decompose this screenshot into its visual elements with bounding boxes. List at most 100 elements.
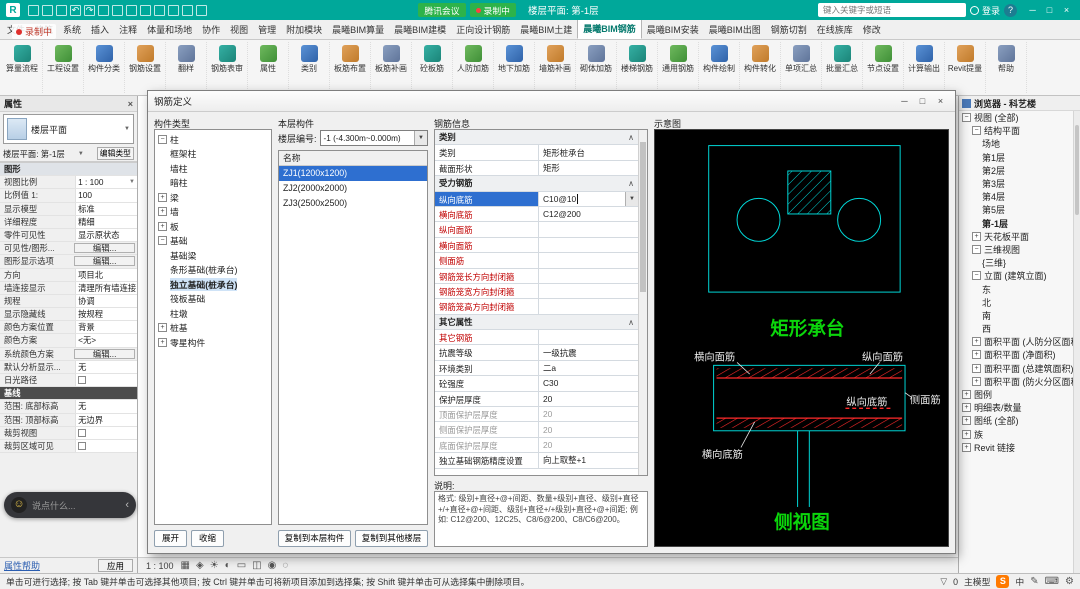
expand-icon[interactable]: +	[158, 222, 167, 231]
property-value[interactable]: 背景	[75, 321, 137, 333]
undo-icon[interactable]: ↶	[70, 5, 81, 16]
collapse-icon[interactable]: −	[158, 135, 167, 144]
save-icon[interactable]	[42, 5, 53, 16]
expand-icon[interactable]: +	[972, 350, 981, 359]
sogou-ime-icon[interactable]	[996, 575, 1009, 588]
ribbon-tab-14[interactable]: 晨曦BIM钢筋	[577, 20, 642, 39]
property-value[interactable]: 编辑...	[74, 243, 135, 253]
ribbon-button-18[interactable]: 构件转化	[740, 42, 781, 93]
info-label[interactable]: 截面形状	[435, 161, 539, 175]
property-value[interactable]: 1 : 100	[75, 176, 137, 188]
expand-icon[interactable]: +	[962, 403, 971, 412]
collapse-icon[interactable]: −	[972, 126, 981, 135]
tree-item-3[interactable]: 暗柱	[155, 176, 271, 191]
collapse-icon[interactable]: −	[972, 245, 981, 254]
tree-item-1[interactable]: 框架柱	[155, 147, 271, 162]
ribbon-tab-9[interactable]: 附加模块	[281, 20, 327, 39]
ribbon-tab-17[interactable]: 钢筋切割	[766, 20, 812, 39]
expand-icon[interactable]: +	[972, 377, 981, 386]
browser-item-6[interactable]: 第4层	[959, 190, 1073, 203]
ribbon-button-24[interactable]: 帮助	[986, 42, 1027, 93]
expand-icon[interactable]: +	[972, 337, 981, 346]
info-section-3[interactable]: 受力钢筋	[435, 176, 638, 191]
tree-item-4[interactable]: +梁	[155, 190, 271, 205]
tree-item-10[interactable]: 独立基础(桩承台)	[155, 277, 271, 292]
list-item-0[interactable]: ZJ1(1200x1200)	[279, 166, 427, 181]
ribbon-button-9[interactable]: 板筋补画	[371, 42, 412, 93]
browser-item-25[interactable]: +Revit 链接	[959, 441, 1073, 454]
property-value[interactable]: 100	[75, 189, 137, 201]
help-icon[interactable]: ?	[1004, 4, 1017, 17]
property-value[interactable]	[75, 427, 137, 439]
info-value[interactable]	[539, 299, 638, 313]
browser-item-17[interactable]: +面积平面 (人防分区面积)	[959, 335, 1073, 348]
browser-item-8[interactable]: 第-1层	[959, 217, 1073, 230]
close-icon[interactable]: ×	[1059, 3, 1074, 17]
ribbon-tab-6[interactable]: 协作	[197, 20, 225, 39]
apply-button[interactable]: 应用	[98, 559, 133, 572]
browser-item-2[interactable]: 场地	[959, 137, 1073, 150]
open-icon[interactable]	[28, 5, 39, 16]
info-label[interactable]: 抗震等级	[435, 345, 539, 359]
tag-icon[interactable]	[140, 5, 151, 16]
recording-badge[interactable]: 录制中	[470, 3, 516, 17]
section-icon[interactable]	[182, 5, 193, 16]
scrollbar-thumb[interactable]	[640, 142, 646, 292]
browser-item-4[interactable]: 第2层	[959, 164, 1073, 177]
info-value[interactable]: 二a	[539, 361, 638, 375]
browser-item-9[interactable]: +天花板平面	[959, 230, 1073, 243]
property-value[interactable]: 协调	[75, 295, 137, 307]
ribbon-tab-19[interactable]: 修改	[858, 20, 886, 39]
ime-language[interactable]: 中	[1015, 575, 1024, 588]
copy-to-other-button[interactable]: 复制到其他楼层	[355, 530, 428, 547]
visual-style-icon[interactable]: ◈	[196, 560, 204, 571]
info-label[interactable]: 纵向底筋	[435, 192, 539, 206]
settings-icon[interactable]	[1065, 576, 1074, 587]
tree-item-2[interactable]: 墙柱	[155, 161, 271, 176]
tree-item-12[interactable]: 柱墩	[155, 306, 271, 321]
print-icon[interactable]	[98, 5, 109, 16]
tree-item-0[interactable]: −柱	[155, 132, 271, 147]
ribbon-button-3[interactable]: 钢筋设置	[125, 42, 166, 93]
ribbon-button-14[interactable]: 砌体加筋	[576, 42, 617, 93]
ribbon-tab-16[interactable]: 晨曦BIM出图	[704, 20, 766, 39]
ribbon-button-1[interactable]: 工程设置	[43, 42, 84, 93]
property-value[interactable]: 项目北	[75, 269, 137, 281]
info-value[interactable]: 矩形桩承台	[539, 145, 638, 159]
crop-view-icon[interactable]: ▭	[237, 560, 246, 571]
browser-item-20[interactable]: +面积平面 (防火分区面积)	[959, 375, 1073, 388]
chevron-down-icon[interactable]	[78, 151, 84, 157]
ribbon-tab-5[interactable]: 体量和场地	[142, 20, 197, 39]
property-value[interactable]: 精细	[75, 216, 137, 228]
browser-item-11[interactable]: {三维}	[959, 256, 1073, 269]
info-label[interactable]: 侧面保护层厚度	[435, 422, 539, 436]
expand-icon[interactable]: +	[962, 443, 971, 452]
info-value[interactable]: C30	[539, 376, 638, 390]
3d-view-icon[interactable]	[168, 5, 179, 16]
info-label[interactable]: 砼强度	[435, 376, 539, 390]
info-value[interactable]	[539, 330, 638, 344]
tree-item-5[interactable]: +墙	[155, 205, 271, 220]
ribbon-button-22[interactable]: 计算输出	[904, 42, 945, 93]
info-label[interactable]: 顶面保护层厚度	[435, 407, 539, 421]
list-item-2[interactable]: ZJ3(2500x2500)	[279, 196, 427, 211]
login-button[interactable]: 登录	[970, 4, 1000, 17]
ribbon-button-11[interactable]: 人防加筋	[453, 42, 494, 93]
floor-number-select[interactable]: -1 (-4.300m~0.000m)	[320, 130, 428, 146]
pen-icon[interactable]	[1030, 576, 1038, 587]
detail-level-icon[interactable]: ▦	[181, 560, 190, 571]
browser-item-7[interactable]: 第5层	[959, 203, 1073, 216]
property-value[interactable]: <无>	[75, 334, 137, 346]
info-value[interactable]: 向上取整+1	[539, 453, 638, 467]
minimize-icon[interactable]: ─	[1025, 3, 1040, 17]
property-value[interactable]: 无边界	[75, 414, 137, 426]
info-value[interactable]	[539, 222, 638, 236]
tree-item-8[interactable]: 基础梁	[155, 248, 271, 263]
list-item-1[interactable]: ZJ2(2000x2000)	[279, 181, 427, 196]
tree-item-9[interactable]: 条形基础(桩承台)	[155, 263, 271, 278]
ribbon-tab-13[interactable]: 晨曦BIM土建	[515, 20, 577, 39]
ribbon-tab-7[interactable]: 视图	[225, 20, 253, 39]
search-input[interactable]	[818, 3, 966, 17]
instance-selector[interactable]: 楼层平面: 第-1层 编辑类型	[0, 146, 137, 162]
tree-item-11[interactable]: 筏板基础	[155, 292, 271, 307]
